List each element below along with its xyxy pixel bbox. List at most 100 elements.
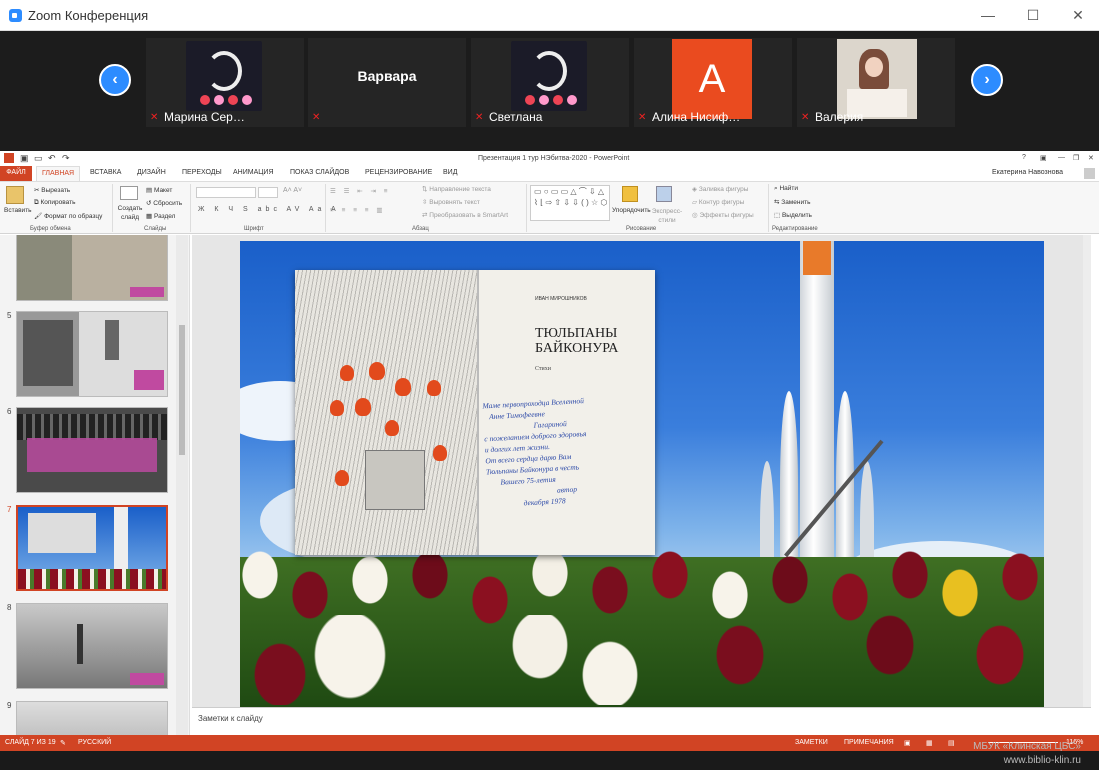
- group-label-paragraph: Абзац: [412, 226, 429, 232]
- participant-name: Валерия: [815, 110, 864, 124]
- shape-outline-button[interactable]: ▱ Контур фигуры: [692, 198, 744, 206]
- replace-button[interactable]: ⇆ Заменить: [774, 198, 810, 206]
- participant-tile[interactable]: ✕ Валерия: [797, 38, 955, 127]
- find-button[interactable]: ⌕ Найти: [774, 185, 798, 193]
- slide-thumbnail[interactable]: [16, 407, 168, 493]
- layout-button[interactable]: ▤ Макет: [146, 186, 172, 194]
- notes-button[interactable]: ЗАМЕТКИ: [795, 739, 828, 746]
- participant-tile[interactable]: ✕ Марина Сер…: [146, 38, 304, 127]
- participant-name: Марина Сер…: [164, 110, 245, 124]
- book-subtitle: Стихи: [535, 366, 551, 372]
- section-button[interactable]: ▦ Раздел: [146, 212, 175, 220]
- arrange-button[interactable]: Упорядочить: [612, 207, 651, 214]
- close-icon[interactable]: ✕: [1068, 7, 1088, 24]
- format-painter-button[interactable]: 🖌 Формат по образцу: [34, 212, 102, 220]
- cut-button[interactable]: ✂ Вырезать: [34, 186, 70, 194]
- new-slide-icon[interactable]: [120, 186, 138, 200]
- font-name-input[interactable]: [196, 187, 256, 198]
- smartart-button[interactable]: ⇄ Преобразовать в SmartArt: [422, 211, 508, 219]
- slide-thumbnail[interactable]: [16, 311, 168, 397]
- notes-pane[interactable]: Заметки к слайду: [192, 707, 1091, 735]
- book-title: ТЮЛЬПАНЫ БАЙКОНУРА: [535, 326, 619, 356]
- participant-name: Светлана: [489, 110, 543, 124]
- mic-muted-icon: ✕: [475, 112, 484, 123]
- tab-slideshow[interactable]: ПОКАЗ СЛАЙДОВ: [290, 169, 349, 176]
- save-icon[interactable]: ▣: [20, 153, 29, 164]
- shape-effects-button[interactable]: ◎ Эффекты фигуры: [692, 211, 754, 219]
- reset-button[interactable]: ↺ Сбросить: [146, 199, 182, 207]
- shape-fill-button[interactable]: ◈ Заливка фигуры: [692, 185, 748, 193]
- tab-file[interactable]: ФАЙЛ: [0, 166, 32, 181]
- shapes-gallery[interactable]: ▭ ○ ▭ ▭ △ ⌒ ⇩ △ ⌇ ⌊ ⇨ ⇧ ⇩ ⇩ ( ) ☆ ⬡: [530, 185, 610, 221]
- slideshow-icon[interactable]: ▭: [34, 153, 43, 164]
- restore-icon[interactable]: ❐: [1073, 154, 1079, 162]
- list-buttons[interactable]: ☰ ☰ ⇤ ⇥ ≡: [330, 187, 391, 195]
- slide-thumbnail[interactable]: [16, 235, 168, 301]
- close-icon[interactable]: ✕: [1088, 154, 1094, 162]
- language-indicator[interactable]: РУССКИЙ: [78, 739, 111, 746]
- help-icon[interactable]: ?: [1022, 154, 1026, 161]
- text-direction-button[interactable]: ⇅ Направление текста: [422, 185, 491, 193]
- ribbon-display-icon[interactable]: ▣: [1040, 154, 1047, 162]
- redo-icon[interactable]: ↷: [62, 153, 70, 164]
- paste-icon[interactable]: [6, 186, 24, 204]
- tab-review[interactable]: РЕЦЕНЗИРОВАНИЕ: [365, 169, 432, 176]
- font-style-buttons[interactable]: Ж К Ч S abc AV Aa A: [198, 206, 340, 213]
- book-illustration: [295, 270, 477, 555]
- font-size-buttons[interactable]: A˄ A˅: [283, 187, 302, 194]
- tab-home[interactable]: ГЛАВНАЯ: [36, 166, 81, 181]
- minimize-icon[interactable]: —: [978, 7, 998, 23]
- quick-styles-icon[interactable]: [656, 186, 672, 202]
- prev-page-button[interactable]: ‹: [99, 64, 131, 96]
- slide-number: 9: [7, 701, 12, 710]
- maximize-icon[interactable]: ☐: [1023, 7, 1043, 24]
- slide-thumbnails-pane: 5 6 7 8 9: [0, 235, 190, 735]
- comments-button[interactable]: ПРИМЕЧАНИЯ: [844, 739, 894, 746]
- align-buttons[interactable]: ≡ ≡ ≡ ≡ ▥: [330, 206, 386, 214]
- window-title: Zoom Конференция: [28, 8, 149, 23]
- reading-view-icon[interactable]: ▤: [948, 739, 955, 747]
- user-name[interactable]: Екатерина Навознова: [992, 169, 1063, 176]
- arrange-icon[interactable]: [622, 186, 638, 202]
- undo-icon[interactable]: ↶: [48, 153, 56, 164]
- tab-view[interactable]: ВИД: [443, 169, 457, 176]
- group-label-editing: Редактирование: [772, 226, 818, 232]
- zoom-logo-icon: [9, 9, 22, 22]
- thumbnails-scrollbar[interactable]: [176, 235, 188, 735]
- spellcheck-icon[interactable]: ✎: [60, 739, 66, 747]
- tab-animations[interactable]: АНИМАЦИЯ: [233, 169, 274, 176]
- quick-access-toolbar: ▣ ▭ ↶ ↷ Презентация 1 тур НЭбитва-2020 -…: [0, 151, 1099, 166]
- tab-design[interactable]: ДИЗАЙН: [137, 169, 166, 176]
- paste-button[interactable]: Вставить: [4, 207, 32, 214]
- slide-sorter-icon[interactable]: ▦: [926, 739, 933, 747]
- select-button[interactable]: ⬚ Выделить: [774, 211, 812, 219]
- slide-thumbnail[interactable]: [16, 603, 168, 689]
- avatar: [511, 41, 587, 111]
- quick-styles-button[interactable]: Экспресс-стили: [650, 207, 684, 225]
- powerpoint-window: ▣ ▭ ↶ ↷ Презентация 1 тур НЭбитва-2020 -…: [0, 151, 1099, 751]
- font-size-input[interactable]: [258, 187, 278, 198]
- book-author: ИВАН МИРОШНИКОВ: [535, 296, 587, 302]
- align-text-button[interactable]: ⇳ Выровнять текст: [422, 198, 480, 206]
- participant-display-name: Варвара: [357, 68, 417, 84]
- participant-tile[interactable]: Варвара ✕: [308, 38, 466, 127]
- minimize-icon[interactable]: —: [1058, 154, 1065, 161]
- slide-7[interactable]: ИВАН МИРОШНИКОВ ТЮЛЬПАНЫ БАЙКОНУРА Стихи…: [240, 241, 1044, 707]
- avatar[interactable]: [1084, 168, 1095, 179]
- powerpoint-logo-icon: [4, 153, 14, 163]
- tab-insert[interactable]: ВСТАВКА: [90, 169, 121, 176]
- book-photo: ИВАН МИРОШНИКОВ ТЮЛЬПАНЫ БАЙКОНУРА Стихи…: [295, 270, 655, 555]
- copy-button[interactable]: ⧉ Копировать: [34, 199, 75, 207]
- new-slide-button[interactable]: Создать слайд: [116, 204, 144, 222]
- group-label-drawing: Рисование: [626, 226, 657, 232]
- participant-tile[interactable]: ✕ Светлана: [471, 38, 629, 127]
- canvas-scrollbar[interactable]: [1083, 235, 1091, 707]
- tab-transitions[interactable]: ПЕРЕХОДЫ: [182, 169, 222, 176]
- participant-tile[interactable]: А ✕ Алина Нисиф…: [634, 38, 792, 127]
- avatar: [186, 41, 262, 111]
- normal-view-icon[interactable]: ▣: [904, 739, 911, 747]
- next-page-button[interactable]: ›: [971, 64, 1003, 96]
- ribbon-tabs: ФАЙЛ ГЛАВНАЯ ВСТАВКА ДИЗАЙН ПЕРЕХОДЫ АНИ…: [0, 166, 1099, 181]
- slide-thumbnail[interactable]: [16, 701, 168, 735]
- slide-thumbnail-selected[interactable]: [16, 505, 168, 591]
